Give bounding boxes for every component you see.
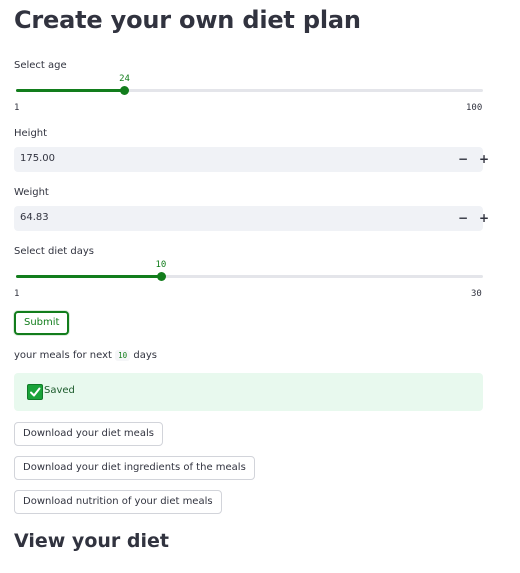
- age-slider-value: 24: [119, 74, 130, 84]
- meals-summary: your meals for next 10 days: [14, 350, 157, 361]
- age-slider-label: Select age: [14, 60, 67, 71]
- height-field[interactable]: 175.00: [20, 153, 55, 164]
- age-slider[interactable]: 24: [16, 74, 483, 103]
- height-label: Height: [14, 128, 48, 139]
- weight-number-input: 64.83 − +: [14, 206, 489, 231]
- weight-decrement-button[interactable]: −: [454, 209, 472, 228]
- height-decrement-button[interactable]: −: [454, 150, 472, 169]
- submit-button[interactable]: Submit: [14, 311, 70, 335]
- age-slider-min: 1: [14, 103, 20, 113]
- meals-summary-prefix: your meals for next: [14, 350, 112, 361]
- days-slider-min: 1: [14, 289, 20, 299]
- weight-label: Weight: [14, 187, 49, 198]
- meals-summary-suffix: days: [133, 350, 157, 361]
- weight-increment-button[interactable]: +: [475, 209, 493, 228]
- days-slider-label: Select diet days: [14, 246, 95, 257]
- success-alert: Saved: [14, 373, 483, 411]
- success-message: Saved: [44, 385, 75, 396]
- age-slider-thumb[interactable]: [120, 86, 130, 95]
- weight-field[interactable]: 64.83: [20, 212, 49, 223]
- age-slider-max: 100: [466, 103, 483, 113]
- page-title: Create your own diet plan: [14, 6, 361, 34]
- height-number-input: 175.00 − +: [14, 147, 489, 172]
- download-nutrition-button[interactable]: Download nutrition of your diet meals: [14, 490, 222, 514]
- days-slider-fill: [16, 275, 161, 278]
- check-icon: [27, 384, 43, 400]
- age-slider-fill: [16, 89, 125, 92]
- days-slider-thumb[interactable]: [156, 272, 166, 281]
- view-diet-heading: View your diet: [14, 530, 169, 552]
- meals-days-code: 10: [115, 350, 131, 361]
- days-slider-max: 30: [471, 289, 482, 299]
- days-slider-value: 10: [155, 260, 167, 270]
- height-increment-button[interactable]: +: [475, 150, 493, 169]
- days-slider[interactable]: 10: [16, 260, 483, 289]
- download-meals-button[interactable]: Download your diet meals: [14, 422, 163, 446]
- download-ingredients-button[interactable]: Download your diet ingredients of the me…: [14, 456, 255, 480]
